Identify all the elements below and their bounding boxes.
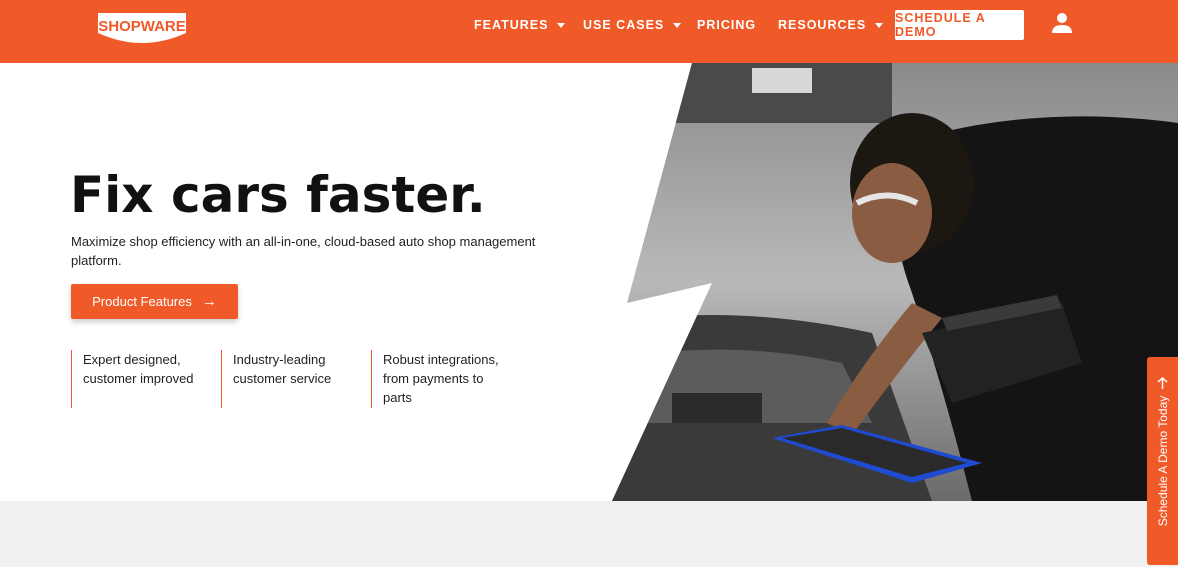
feature-item: Industry-leading customer service bbox=[221, 350, 361, 408]
nav-resources-label: RESOURCES bbox=[778, 18, 867, 32]
hero-subtitle: Maximize shop efficiency with an all-in-… bbox=[71, 234, 536, 268]
logo-text: SHOPWARE bbox=[98, 18, 186, 35]
chevron-down-icon bbox=[875, 22, 884, 28]
nav-features-label: FEATURES bbox=[474, 18, 549, 32]
arrow-up-icon bbox=[1157, 377, 1168, 389]
next-section-band bbox=[0, 501, 1178, 567]
nav-resources[interactable]: RESOURCES bbox=[778, 18, 884, 32]
feature-item: Robust integrations, from payments to pa… bbox=[371, 350, 511, 408]
chevron-down-icon bbox=[557, 22, 566, 28]
chevron-down-icon bbox=[673, 22, 682, 28]
site-header: SHOPWARE FEATURES USE CASES PRICING RESO… bbox=[0, 0, 1178, 63]
nav-pricing[interactable]: PRICING bbox=[697, 18, 756, 32]
feature-item: Expert designed, customer improved bbox=[71, 350, 211, 408]
schedule-demo-button[interactable]: SCHEDULE A DEMO bbox=[895, 10, 1024, 40]
hero-title: Fix cars faster. bbox=[70, 166, 486, 224]
product-features-label: Product Features bbox=[92, 294, 192, 309]
shopware-logo[interactable]: SHOPWARE bbox=[94, 7, 190, 45]
hero-mechanic-photo bbox=[612, 63, 1178, 501]
nav-features[interactable]: FEATURES bbox=[474, 18, 566, 32]
nav-pricing-label: PRICING bbox=[697, 18, 757, 32]
user-icon[interactable] bbox=[1051, 12, 1073, 34]
product-features-button[interactable]: Product Features → bbox=[71, 284, 238, 319]
schedule-demo-side-tab[interactable]: Schedule A Demo Today bbox=[1147, 357, 1178, 565]
arrow-right-icon: → bbox=[201, 293, 217, 310]
nav-use-cases-label: USE CASES bbox=[583, 18, 665, 32]
nav-use-cases[interactable]: USE CASES bbox=[583, 18, 682, 32]
side-tab-label: Schedule A Demo Today bbox=[1156, 395, 1170, 527]
